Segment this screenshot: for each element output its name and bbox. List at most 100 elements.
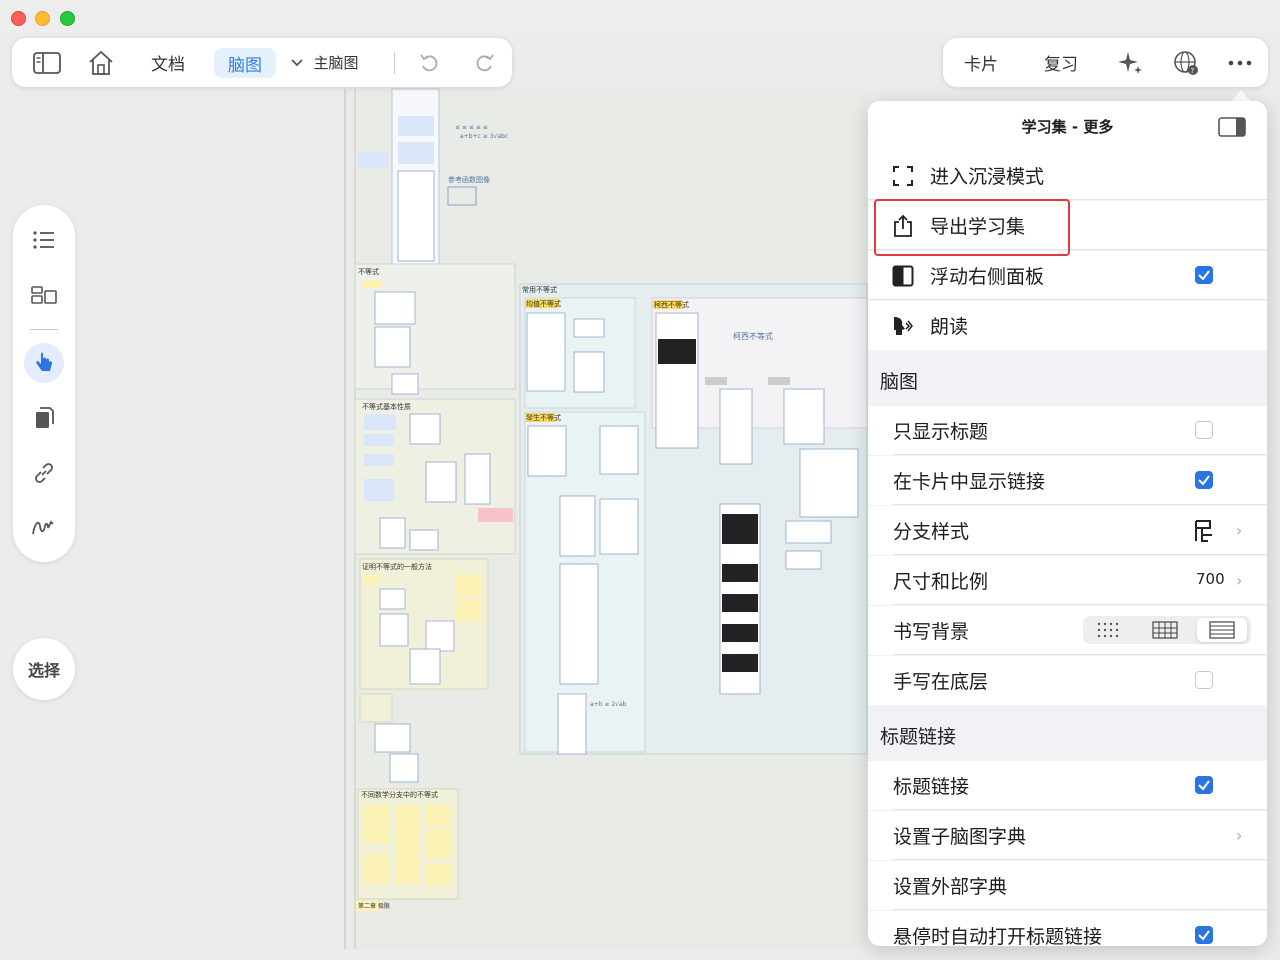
title-links-checkbox[interactable] [1195,776,1213,794]
menu-item-title-links[interactable]: 标题链接 [868,761,1267,810]
titles-only-checkbox[interactable] [1195,421,1213,439]
chevron-right-icon: › [1236,521,1243,540]
link-icon[interactable] [24,453,64,493]
handwriting-bottom-checkbox[interactable] [1195,671,1213,689]
side-tool-panel [13,205,75,562]
menu-item-label: 进入沉浸模式 [930,166,1045,188]
svg-text:证明不等式的一般方法: 证明不等式的一般方法 [362,562,432,571]
show-links-checkbox[interactable] [1195,471,1213,489]
side-divider [30,329,58,330]
row-divider [893,909,1267,910]
menu-item-label: 只显示标题 [893,421,989,443]
handwriting-pen-icon[interactable] [24,507,64,547]
menu-item-label: 标题链接 [893,776,970,798]
svg-text:a+b ≥ 2√ab: a+b ≥ 2√ab [590,701,627,708]
panel-dock-icon[interactable] [1218,117,1246,137]
svg-text:?: ? [1191,67,1195,75]
size-value: 700 [1196,570,1225,588]
select-button[interactable]: 选择 [13,638,75,700]
menu-item-label: 朗读 [930,316,969,338]
window-titlebar [0,0,1280,34]
floating-panel-checkbox[interactable] [1195,266,1213,284]
svg-text:柯西不等式: 柯西不等式 [654,300,689,309]
chevron-right-icon: › [1236,571,1243,590]
svg-text:参考函数图像: 参考函数图像 [448,175,490,184]
row-divider [893,604,1267,605]
row-divider [868,299,1267,300]
zoom-window-button[interactable] [60,11,75,26]
more-icon[interactable] [1225,38,1255,87]
outline-list-icon[interactable] [24,220,64,260]
svg-text:≤ ≤ ≤ ≤ ≤: ≤ ≤ ≤ ≤ ≤ [455,124,488,131]
fullscreen-icon [890,163,916,189]
sidebar-toggle-icon[interactable] [30,38,64,87]
right-toolbar: 卡片 复习 ? [943,38,1268,87]
menu-item-branch-style[interactable]: 分支样式 › [868,506,1267,555]
menu-item-external-dictionary[interactable]: 设置外部字典 [868,861,1267,910]
redo-icon[interactable] [470,38,500,87]
export-highlight-box [874,199,1070,256]
menu-item-hover-open-links[interactable]: 悬停时自动打开标题链接 [868,911,1267,946]
svg-text:不等式: 不等式 [358,267,379,276]
menu-item-size-scale[interactable]: 尺寸和比例 700 › [868,556,1267,605]
menu-item-label: 尺寸和比例 [893,571,989,593]
tab-mindmap[interactable]: 脑图 [214,48,276,78]
branch-style-icon [1193,518,1215,549]
ai-sparkle-icon[interactable] [1113,38,1147,87]
web-search-icon[interactable]: ? [1169,38,1203,87]
tab-review[interactable]: 复习 [1035,38,1087,87]
svg-text:不等式基本性质: 不等式基本性质 [362,402,411,411]
row-divider [893,654,1267,655]
menu-item-read-aloud[interactable]: 朗读 [868,301,1267,350]
menu-item-handwriting-bottom[interactable]: 手写在底层 [868,656,1267,705]
row-divider [893,504,1267,505]
menu-item-label: 在卡片中显示链接 [893,471,1046,493]
minimize-window-button[interactable] [35,11,50,26]
dot-grid-icon[interactable] [1091,620,1127,640]
menu-item-label: 悬停时自动打开标题链接 [893,926,1103,946]
menu-title: 学习集 - 更多 [868,101,1267,151]
menu-item-label: 设置子脑图字典 [893,826,1027,848]
close-window-button[interactable] [11,11,26,26]
menu-item-label: 浮动右侧面板 [930,266,1045,288]
svg-text:常用不等式: 常用不等式 [522,285,557,294]
section-title-mindmap: 脑图 [880,371,919,393]
tab-document[interactable]: 文档 [140,38,196,87]
menu-item-label: 手写在底层 [893,671,989,693]
menu-item-label: 书写背景 [893,621,970,643]
menu-item-titles-only[interactable]: 只显示标题 [868,406,1267,455]
menu-item-show-links[interactable]: 在卡片中显示链接 [868,456,1267,505]
home-icon[interactable] [84,38,118,87]
menu-item-floating-panel[interactable]: 浮动右侧面板 [868,251,1267,300]
tab-cards[interactable]: 卡片 [955,38,1007,87]
row-divider [893,454,1267,455]
lined-paper-icon[interactable] [1197,618,1247,642]
svg-text:均值不等式: 均值不等式 [526,299,561,308]
svg-text:第二章 极限: 第二章 极限 [358,902,390,910]
row-divider [893,809,1267,810]
main-toolbar: 文档 脑图 主脑图 [12,38,512,87]
menu-item-label: 分支样式 [893,521,970,543]
section-title-links: 标题链接 [880,726,957,748]
svg-text:琴生不等式: 琴生不等式 [526,413,561,422]
main-mindmap-selector[interactable]: 主脑图 [310,38,362,87]
layout-icon[interactable] [24,275,64,315]
undo-icon[interactable] [414,38,444,87]
read-aloud-icon [890,313,916,339]
copy-pages-icon[interactable] [24,398,64,438]
square-grid-icon[interactable] [1147,620,1183,640]
svg-text:a+b+c ≥ 3√abc: a+b+c ≥ 3√abc [460,133,508,140]
row-divider [893,859,1267,860]
menu-item-writing-background: 书写背景 [868,606,1267,655]
pointer-hand-icon[interactable] [24,343,64,383]
chevron-down-icon[interactable] [287,38,307,87]
right-panel-icon [890,263,916,289]
hover-open-checkbox[interactable] [1195,926,1213,944]
svg-text:不同数学分支中的不等式: 不同数学分支中的不等式 [361,790,438,799]
menu-item-immersive[interactable]: 进入沉浸模式 [868,151,1267,200]
menu-item-submap-dictionary[interactable]: 设置子脑图字典 › [868,811,1267,860]
menu-item-label: 设置外部字典 [893,876,1008,898]
row-divider [893,554,1267,555]
svg-text:柯西不等式: 柯西不等式 [733,331,773,341]
toolbar-divider [394,52,395,74]
